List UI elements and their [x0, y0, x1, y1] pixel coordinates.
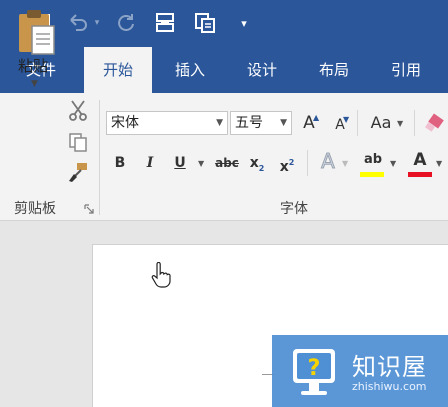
bold-button[interactable]: B — [110, 151, 130, 175]
font-group-label: 字体 — [280, 201, 308, 217]
shrink-font-button[interactable]: A ▼ — [330, 113, 350, 137]
clear-formatting-icon[interactable] — [424, 113, 446, 135]
paste-dropdown-icon[interactable]: ▼ — [31, 79, 38, 89]
font-tools-separator — [357, 110, 358, 136]
text-effects-dropdown-icon[interactable]: ▼ — [342, 159, 348, 168]
strikethrough-button[interactable]: abc — [212, 151, 242, 175]
grow-font-button[interactable]: A ▲ — [298, 111, 320, 135]
hand-cursor-icon — [151, 262, 171, 288]
underline-dropdown-icon[interactable]: ▼ — [198, 159, 204, 168]
undo-icon[interactable] — [66, 10, 90, 36]
touch-mode-icon[interactable] — [152, 10, 178, 36]
clipboard-icon — [19, 10, 55, 55]
tab-home[interactable]: 开始 — [84, 47, 152, 93]
highlight-color-bar — [360, 172, 384, 177]
dialog-launcher-icon[interactable] — [84, 204, 94, 214]
monitor-help-icon: ? — [293, 349, 335, 395]
chevron-down-icon: ▼ — [216, 118, 223, 128]
highlight-dropdown-icon[interactable]: ▼ — [390, 159, 396, 168]
cut-icon[interactable] — [66, 98, 90, 122]
clipboard-group-label: 剪贴板 — [14, 201, 56, 217]
copy-icon[interactable] — [66, 130, 90, 154]
tab-design[interactable]: 设计 — [232, 47, 292, 93]
change-case-button[interactable]: Aa — [366, 111, 396, 135]
font-name-select[interactable]: 宋体 ▼ — [106, 111, 228, 135]
highlight-button[interactable]: ab — [360, 148, 386, 172]
change-case-dropdown-icon[interactable]: ▼ — [397, 119, 403, 128]
quick-access-toolbar: ▾ ▾ — [0, 0, 448, 47]
watermark-subtitle: zhishiwu.com — [352, 380, 427, 393]
tab-layout[interactable]: 布局 — [304, 47, 364, 93]
font-color-bar — [408, 172, 432, 177]
ribbon-tabs: 文件 开始 插入 设计 布局 引用 — [0, 47, 448, 93]
font-tools-separator — [414, 110, 415, 136]
tab-insert[interactable]: 插入 — [160, 47, 220, 93]
tab-references[interactable]: 引用 — [376, 47, 436, 93]
redo-icon[interactable] — [114, 10, 138, 36]
font-color-dropdown-icon[interactable]: ▼ — [436, 159, 442, 168]
font-color-button[interactable]: A — [408, 148, 432, 172]
chevron-down-icon: ▼ — [280, 118, 287, 128]
group-separator — [99, 100, 100, 215]
paste-label: 粘贴 — [18, 57, 49, 75]
customize-dropdown-icon[interactable]: ▾ — [236, 10, 252, 36]
text-effects-button[interactable]: A — [316, 149, 340, 174]
font-tools-separator — [307, 150, 308, 176]
format-painter-icon[interactable] — [66, 160, 90, 184]
svg-text:?: ? — [308, 356, 321, 381]
copy-format-icon[interactable] — [192, 10, 218, 36]
underline-button[interactable]: U — [170, 151, 190, 175]
undo-dropdown-icon[interactable]: ▾ — [92, 10, 102, 36]
subscript-button[interactable]: x2 — [246, 151, 268, 175]
italic-button[interactable]: I — [140, 151, 160, 175]
font-size-select[interactable]: 五号 ▼ — [230, 111, 292, 135]
superscript-button[interactable]: x2 — [276, 151, 298, 175]
watermark-title: 知识屋 — [352, 353, 427, 381]
